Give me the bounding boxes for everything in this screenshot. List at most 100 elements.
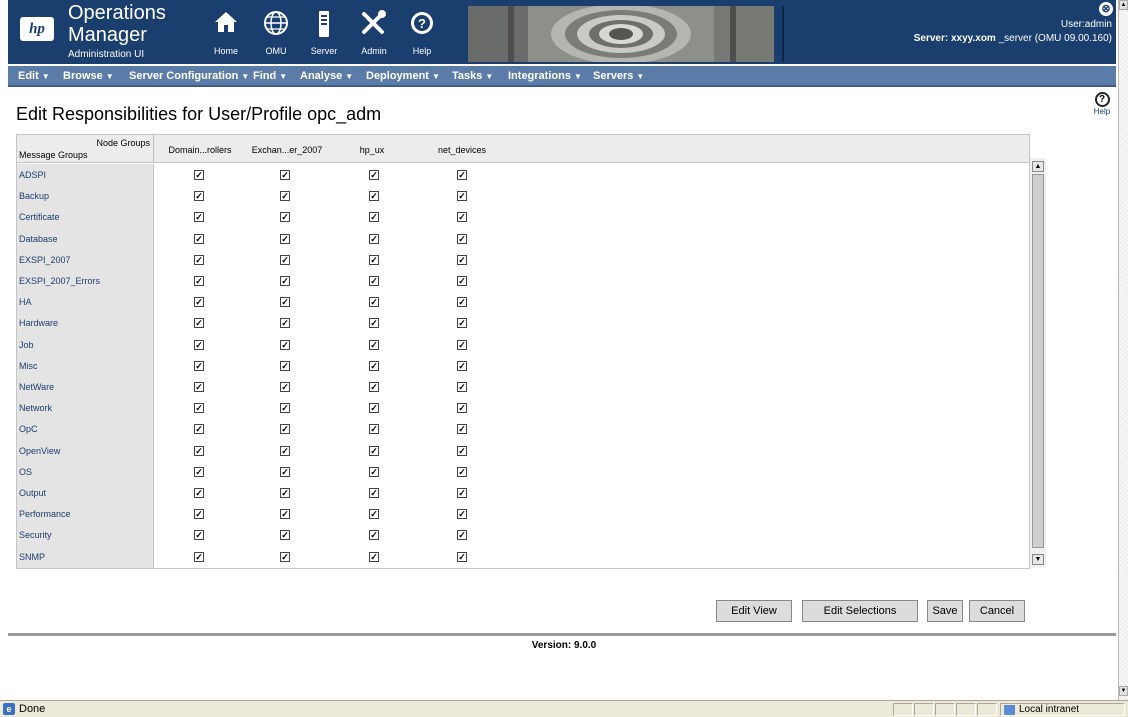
responsibility-checkbox[interactable]: ✓ [280, 466, 290, 477]
responsibility-checkbox[interactable]: ✓ [194, 509, 204, 520]
nav-help-button[interactable]: ? Help [400, 6, 444, 60]
responsibility-checkbox[interactable]: ✓ [280, 212, 290, 223]
responsibility-checkbox[interactable]: ✓ [280, 360, 290, 371]
responsibility-checkbox[interactable]: ✓ [369, 254, 379, 265]
responsibility-checkbox[interactable]: ✓ [457, 233, 467, 244]
responsibility-checkbox[interactable]: ✓ [194, 233, 204, 244]
responsibility-checkbox[interactable]: ✓ [280, 254, 290, 265]
responsibility-checkbox[interactable]: ✓ [457, 339, 467, 350]
responsibility-checkbox[interactable]: ✓ [194, 339, 204, 350]
responsibility-checkbox[interactable]: ✓ [369, 488, 379, 498]
responsibility-checkbox[interactable]: ✓ [457, 254, 467, 265]
responsibility-checkbox[interactable]: ✓ [369, 382, 379, 392]
save-button[interactable]: Save [927, 600, 963, 622]
responsibility-checkbox[interactable]: ✓ [194, 488, 204, 498]
menu-server-configuration[interactable]: Server Configuration ▼ [129, 70, 249, 82]
responsibility-checkbox[interactable]: ✓ [280, 318, 290, 329]
responsibility-checkbox[interactable]: ✓ [457, 551, 467, 562]
window-vertical-scrollbar[interactable]: ▲ ▼ [1118, 0, 1128, 700]
responsibility-checkbox[interactable]: ✓ [369, 360, 379, 371]
responsibility-checkbox[interactable]: ✓ [369, 233, 379, 244]
menu-browse[interactable]: Browse ▼ [63, 70, 114, 82]
scroll-up-arrow-icon[interactable]: ▲ [1119, 0, 1128, 10]
responsibility-checkbox[interactable]: ✓ [194, 254, 204, 265]
responsibility-checkbox[interactable]: ✓ [457, 382, 467, 392]
responsibility-checkbox[interactable]: ✓ [194, 318, 204, 329]
responsibility-checkbox[interactable]: ✓ [194, 424, 204, 435]
responsibility-checkbox[interactable]: ✓ [369, 424, 379, 435]
responsibility-checkbox[interactable]: ✓ [194, 276, 204, 286]
responsibility-checkbox[interactable]: ✓ [457, 212, 467, 223]
responsibility-checkbox[interactable]: ✓ [280, 403, 290, 414]
matrix-vertical-scrollbar[interactable]: ▲ ▼ [1030, 158, 1046, 568]
responsibility-checkbox[interactable]: ✓ [194, 212, 204, 223]
responsibility-checkbox[interactable]: ✓ [194, 382, 204, 392]
nav-server-button[interactable]: Server [302, 6, 346, 60]
responsibility-checkbox[interactable]: ✓ [369, 551, 379, 562]
responsibility-checkbox[interactable]: ✓ [457, 530, 467, 541]
responsibility-checkbox[interactable]: ✓ [280, 424, 290, 435]
responsibility-checkbox[interactable]: ✓ [457, 360, 467, 371]
responsibility-checkbox[interactable]: ✓ [457, 276, 467, 286]
responsibility-checkbox[interactable]: ✓ [194, 551, 204, 562]
responsibility-checkbox[interactable]: ✓ [457, 509, 467, 520]
responsibility-checkbox[interactable]: ✓ [280, 445, 290, 456]
responsibility-checkbox[interactable]: ✓ [369, 318, 379, 329]
responsibility-checkbox[interactable]: ✓ [280, 382, 290, 392]
responsibility-checkbox[interactable]: ✓ [369, 445, 379, 456]
responsibility-checkbox[interactable]: ✓ [280, 191, 290, 202]
cancel-button[interactable]: Cancel [969, 600, 1025, 622]
responsibility-checkbox[interactable]: ✓ [280, 297, 290, 308]
responsibility-checkbox[interactable]: ✓ [369, 403, 379, 414]
responsibility-checkbox[interactable]: ✓ [280, 530, 290, 541]
responsibility-checkbox[interactable]: ✓ [280, 551, 290, 562]
responsibility-checkbox[interactable]: ✓ [280, 339, 290, 350]
menu-tasks[interactable]: Tasks ▼ [452, 70, 493, 82]
edit-view-button[interactable]: Edit View [716, 600, 792, 622]
responsibility-checkbox[interactable]: ✓ [457, 488, 467, 498]
responsibility-checkbox[interactable]: ✓ [369, 297, 379, 308]
responsibility-checkbox[interactable]: ✓ [280, 170, 290, 180]
page-help-button[interactable]: ? Help [1089, 92, 1115, 116]
responsibility-checkbox[interactable]: ✓ [194, 297, 204, 308]
responsibility-checkbox[interactable]: ✓ [457, 297, 467, 308]
scroll-down-arrow-icon[interactable]: ▼ [1032, 554, 1044, 565]
responsibility-checkbox[interactable]: ✓ [194, 445, 204, 456]
responsibility-checkbox[interactable]: ✓ [280, 488, 290, 498]
menu-find[interactable]: Find ▼ [253, 70, 287, 82]
responsibility-checkbox[interactable]: ✓ [457, 466, 467, 477]
scroll-up-arrow-icon[interactable]: ▲ [1032, 161, 1044, 172]
responsibility-checkbox[interactable]: ✓ [369, 466, 379, 477]
menu-analyse[interactable]: Analyse ▼ [300, 70, 353, 82]
responsibility-checkbox[interactable]: ✓ [457, 191, 467, 202]
menu-integrations[interactable]: Integrations ▼ [508, 70, 582, 82]
responsibility-checkbox[interactable]: ✓ [194, 360, 204, 371]
nav-omu-button[interactable]: OMU [254, 6, 298, 60]
responsibility-checkbox[interactable]: ✓ [457, 318, 467, 329]
responsibility-checkbox[interactable]: ✓ [369, 276, 379, 286]
responsibility-checkbox[interactable]: ✓ [194, 191, 204, 202]
responsibility-checkbox[interactable]: ✓ [194, 403, 204, 414]
responsibility-checkbox[interactable]: ✓ [457, 424, 467, 435]
responsibility-checkbox[interactable]: ✓ [280, 233, 290, 244]
responsibility-checkbox[interactable]: ✓ [369, 191, 379, 202]
responsibility-checkbox[interactable]: ✓ [457, 403, 467, 414]
responsibility-checkbox[interactable]: ✓ [194, 530, 204, 541]
scroll-down-arrow-icon[interactable]: ▼ [1119, 686, 1128, 696]
responsibility-checkbox[interactable]: ✓ [280, 276, 290, 286]
responsibility-checkbox[interactable]: ✓ [194, 466, 204, 477]
responsibility-checkbox[interactable]: ✓ [369, 170, 379, 180]
responsibility-checkbox[interactable]: ✓ [194, 170, 204, 180]
responsibility-checkbox[interactable]: ✓ [369, 212, 379, 223]
responsibility-checkbox[interactable]: ✓ [369, 530, 379, 541]
menu-edit[interactable]: Edit ▼ [18, 70, 50, 82]
responsibility-checkbox[interactable]: ✓ [369, 339, 379, 350]
menu-servers[interactable]: Servers ▼ [593, 70, 644, 82]
scrollbar-thumb[interactable] [1032, 174, 1044, 548]
close-icon[interactable]: ⊗ [1099, 2, 1113, 16]
edit-selections-button[interactable]: Edit Selections [802, 600, 918, 622]
responsibility-checkbox[interactable]: ✓ [280, 509, 290, 520]
nav-home-button[interactable]: Home [204, 6, 248, 60]
responsibility-checkbox[interactable]: ✓ [457, 170, 467, 180]
nav-admin-button[interactable]: Admin [352, 6, 396, 60]
